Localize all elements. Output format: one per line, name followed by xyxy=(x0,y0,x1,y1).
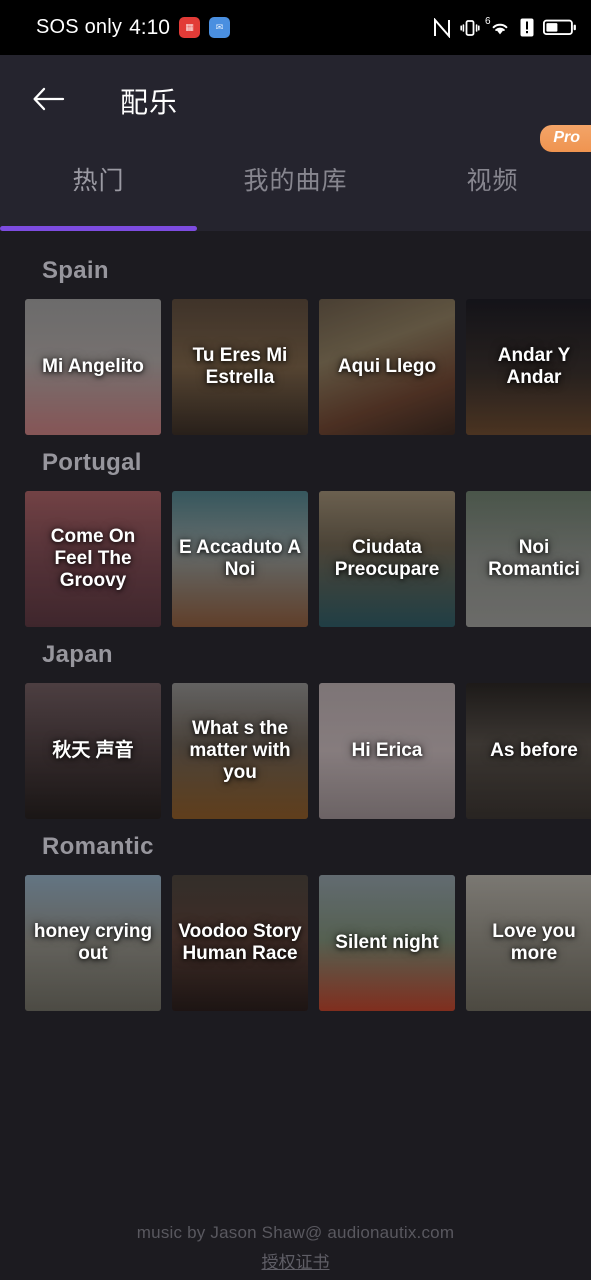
wifi-generation-label: 6 xyxy=(485,15,491,27)
track-card[interactable]: Hi Erica xyxy=(319,683,455,819)
track-title: As before xyxy=(490,739,578,761)
track-title: Hi Erica xyxy=(351,739,423,761)
pro-badge[interactable]: Pro xyxy=(540,125,591,152)
track-row[interactable]: honey crying out Voodoo Story Human Race… xyxy=(0,875,591,1011)
alert-icon xyxy=(520,18,534,37)
track-card[interactable]: Ciudata Preocupare xyxy=(319,491,455,627)
clock-label: 4:10 xyxy=(129,15,170,39)
track-card[interactable]: As before xyxy=(466,683,591,819)
license-link[interactable]: 授权证书 xyxy=(262,1248,330,1273)
track-card[interactable]: Come On Feel The Groovy xyxy=(25,491,161,627)
track-title: E Accaduto A Noi xyxy=(178,536,302,580)
footer: music by Jason Shaw@ audionautix.com 授权证… xyxy=(0,1218,591,1280)
section-title: Portugal xyxy=(42,449,142,476)
track-title: Ciudata Preocupare xyxy=(334,536,440,580)
track-card[interactable]: What s the matter with you xyxy=(172,683,308,819)
track-card[interactable]: 秋天 声音 xyxy=(25,683,161,819)
music-credit: music by Jason Shaw@ audionautix.com xyxy=(136,1223,455,1242)
track-card[interactable]: Voodoo Story Human Race xyxy=(172,875,308,1011)
track-title: Andar Y Andar xyxy=(497,344,571,388)
carrier-label: SOS only xyxy=(36,16,123,38)
status-bar: SOS only 4:10 ▦ ✉ 6 xyxy=(0,0,591,55)
track-title: Come On Feel The Groovy xyxy=(50,525,136,592)
music-list-scroll[interactable]: Spain Mi Angelito Tu Eres Mi Estrella Aq… xyxy=(0,231,591,1232)
track-card[interactable]: Mi Angelito xyxy=(25,299,161,435)
track-row[interactable]: Mi Angelito Tu Eres Mi Estrella Aqui Lle… xyxy=(0,299,591,435)
nfc-icon xyxy=(433,17,451,38)
track-title: Love you more xyxy=(492,920,576,964)
section-romantic: Romantic honey crying out Voodoo Story H… xyxy=(0,833,591,1011)
app-bar: 配乐 xyxy=(0,55,591,147)
wifi-icon: 6 xyxy=(485,16,511,37)
track-card[interactable]: Tu Eres Mi Estrella xyxy=(172,299,308,435)
track-card[interactable]: Aqui Llego xyxy=(319,299,455,435)
back-arrow-icon xyxy=(32,85,66,118)
battery-icon xyxy=(543,18,577,37)
tab-popular[interactable]: 热门 xyxy=(0,147,197,231)
tab-my-library[interactable]: 我的曲库 xyxy=(197,147,394,231)
track-card[interactable]: E Accaduto A Noi xyxy=(172,491,308,627)
track-title: Silent night xyxy=(335,931,439,953)
track-title: 秋天 声音 xyxy=(52,739,134,761)
red-app-icon: ▦ xyxy=(178,17,200,38)
back-button[interactable] xyxy=(27,79,71,123)
track-title: honey crying out xyxy=(33,920,153,964)
section-japan: Japan 秋天 声音 What s the matter with you H… xyxy=(0,641,591,819)
track-row[interactable]: Come On Feel The Groovy E Accaduto A Noi… xyxy=(0,491,591,627)
track-title: Mi Angelito xyxy=(42,355,144,377)
track-card[interactable]: honey crying out xyxy=(25,875,161,1011)
track-title: Voodoo Story Human Race xyxy=(178,920,302,964)
track-card[interactable]: Love you more xyxy=(466,875,591,1011)
status-bar-left: SOS only 4:10 ▦ ✉ xyxy=(36,16,230,40)
app-screen: SOS only 4:10 ▦ ✉ 6 配乐 热门 我的曲库 视频 Pro Sp… xyxy=(0,0,591,1280)
track-title: What s the matter with you xyxy=(189,717,291,784)
blue-app-icon: ✉ xyxy=(208,17,230,38)
track-row[interactable]: 秋天 声音 What s the matter with you Hi Eric… xyxy=(0,683,591,819)
section-title: Japan xyxy=(42,641,113,668)
track-card[interactable]: Noi Romantici xyxy=(466,491,591,627)
track-title: Aqui Llego xyxy=(337,355,437,377)
section-spain: Spain Mi Angelito Tu Eres Mi Estrella Aq… xyxy=(0,257,591,435)
section-portugal: Portugal Come On Feel The Groovy E Accad… xyxy=(0,449,591,627)
track-title: Tu Eres Mi Estrella xyxy=(192,344,288,388)
track-card[interactable]: Silent night xyxy=(319,875,455,1011)
section-title: Romantic xyxy=(42,833,154,860)
vibrate-icon xyxy=(460,18,480,38)
section-title: Spain xyxy=(42,257,109,284)
tab-bar: 热门 我的曲库 视频 Pro xyxy=(0,125,591,231)
track-card[interactable]: Andar Y Andar xyxy=(466,299,591,435)
app-header: 配乐 热门 我的曲库 视频 Pro xyxy=(0,55,591,231)
status-bar-right: 6 xyxy=(433,16,577,38)
track-title: Noi Romantici xyxy=(488,536,580,580)
page-title: 配乐 xyxy=(120,87,179,118)
tab-video[interactable]: 视频 xyxy=(394,147,591,231)
